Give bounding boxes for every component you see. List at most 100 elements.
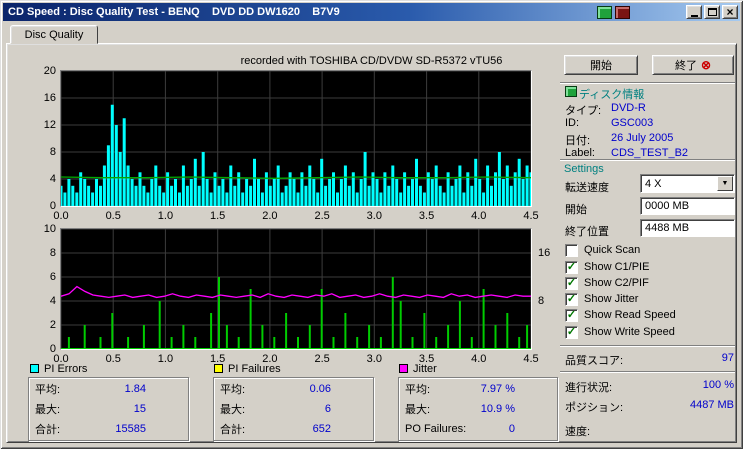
axis-tick-label: 10 (43, 223, 56, 235)
end-position-input[interactable] (640, 219, 735, 237)
app-window: CD Speed : Disc Quality Test - BENQ DVD … (0, 0, 743, 449)
axis-tick-label: 8 (49, 247, 56, 259)
position-label: ポジション: (565, 402, 624, 414)
axis-tick-label: 3.0 (366, 353, 382, 365)
pi-failures-stats-box: 平均: 0.06 最大: 6 合計: 652 (213, 377, 374, 441)
title-bar[interactable]: CD Speed : Disc Quality Test - BENQ DVD … (3, 3, 740, 21)
stat-value: 0.06 (309, 383, 331, 395)
exit-button-label: 終了 (674, 60, 697, 72)
stat-label: 最大: (405, 404, 431, 416)
axis-tick-label: 1.0 (157, 210, 174, 222)
progress-label: 進行状況: (565, 382, 613, 394)
stat-row: 合計: 652 (214, 419, 373, 439)
stat-value: 15 (133, 403, 146, 415)
close-button[interactable]: × (722, 5, 738, 19)
minimize-icon (690, 14, 698, 17)
maximize-button[interactable] (704, 5, 720, 19)
stat-row: 最大: 15 (29, 399, 188, 419)
disc-date-value: 26 July 2005 (611, 132, 674, 144)
stat-row: 最大: 6 (214, 399, 373, 419)
checkbox-show-jitter-label[interactable]: Show Jitter (584, 293, 638, 305)
jitter-stats-box: 平均: 7.97 % 最大: 10.9 % PO Failures: 0 (398, 377, 558, 441)
disc-label-label: Label: (565, 147, 595, 159)
minimize-button[interactable] (686, 5, 702, 19)
pi-errors-legend: PI Errors (30, 362, 87, 375)
stat-value: 7.97 % (480, 383, 515, 395)
exit-button[interactable]: 終了 ⊗ (652, 55, 734, 75)
stat-value: 15585 (115, 423, 146, 435)
start-position-input[interactable] (640, 197, 735, 215)
stat-row: 最大: 10.9 % (399, 399, 557, 419)
axis-tick-label: 16 (538, 247, 551, 259)
maximize-icon (707, 8, 717, 16)
axis-tick-label: 16 (43, 92, 56, 104)
start-button[interactable]: 開始 (564, 55, 638, 75)
axis-tick-label: 0.5 (105, 210, 121, 222)
quality-score-label: 品質スコア: (565, 355, 624, 367)
checkbox-show-write-speed-label[interactable]: Show Write Speed (584, 326, 675, 338)
axis-tick-label: 1.5 (210, 210, 226, 222)
stat-label: 平均: (220, 384, 246, 396)
jitter-legend-label: Jitter (413, 362, 437, 375)
checkbox-show-write-speed[interactable]: ✓ (565, 326, 578, 339)
pif-jitter-chart (60, 228, 532, 350)
checkbox-show-read-speed[interactable]: ✓ (565, 309, 578, 322)
axis-tick-label: 2.5 (314, 353, 330, 365)
pi-errors-legend-label: PI Errors (44, 362, 88, 375)
start-position-label: 開始 (565, 204, 587, 216)
axis-tick-label: 12 (43, 119, 56, 131)
checkbox-show-c1-pie[interactable]: ✓ (565, 261, 578, 274)
titlebar-red-icon[interactable] (615, 5, 630, 19)
pi-errors-chart (60, 70, 532, 207)
disc-info-icon (565, 86, 577, 97)
axis-tick-label: 0.5 (105, 353, 121, 365)
disc-label-value: CDS_TEST_B2 (611, 147, 689, 159)
checkbox-show-c1-pie-label[interactable]: Show C1/PIE (584, 261, 649, 273)
titlebar-spacer (630, 12, 684, 13)
end-position-label: 終了位置 (565, 226, 609, 238)
jitter-swatch (399, 364, 408, 373)
stat-label: 平均: (405, 384, 431, 396)
stat-label: PO Failures: (405, 423, 467, 435)
chevron-down-icon[interactable]: ▼ (717, 176, 733, 191)
speed-label: 速度: (565, 426, 591, 438)
checkbox-show-c2-pif-label[interactable]: Show C2/PIF (584, 277, 649, 289)
axis-tick-label: 0 (49, 343, 56, 355)
transfer-speed-value: 4 X (645, 177, 662, 190)
stat-label: 合計: (220, 424, 246, 436)
pi-failures-legend: PI Failures (214, 362, 281, 375)
jitter-legend: Jitter (399, 362, 437, 375)
axis-tick-label: 4.0 (471, 353, 487, 365)
disc-id-label: ID: (565, 117, 580, 129)
transfer-speed-select[interactable]: 4 X ▼ (640, 174, 735, 193)
stat-row: PO Failures: 0 (399, 419, 557, 439)
checkbox-show-c2-pif[interactable]: ✓ (565, 277, 578, 290)
checkbox-show-read-speed-label[interactable]: Show Read Speed (584, 309, 676, 321)
checkbox-quick-scan[interactable] (565, 244, 578, 257)
separator (560, 371, 735, 373)
close-icon: × (726, 4, 734, 19)
stat-row: 平均: 0.06 (214, 379, 373, 399)
axis-tick-label: 3.5 (418, 210, 435, 222)
pif-jitter-plot-area (61, 229, 531, 349)
axis-tick-label: 4 (49, 173, 56, 185)
checkbox-quick-scan-label[interactable]: Quick Scan (584, 244, 640, 256)
settings-section-title: Settings (564, 163, 604, 175)
progress-value: 100 % (702, 379, 734, 391)
stat-value: 652 (312, 423, 331, 435)
axis-tick-label: 20 (43, 65, 56, 77)
titlebar-green-icon[interactable] (597, 5, 612, 19)
axis-tick-label: 2.0 (262, 210, 278, 222)
axis-tick-label: 2 (49, 319, 56, 331)
separator (560, 159, 735, 161)
axis-tick-label: 2.5 (314, 210, 330, 222)
stat-value: 1.84 (124, 383, 146, 395)
axis-tick-label: 8 (538, 295, 545, 307)
axis-tick-label: 1.0 (157, 353, 174, 365)
checkbox-show-jitter[interactable]: ✓ (565, 293, 578, 306)
stat-row: 平均: 1.84 (29, 379, 188, 399)
separator (560, 345, 735, 347)
axis-tick-label: 8 (49, 146, 56, 158)
tab-disc-quality[interactable]: Disc Quality (10, 25, 98, 44)
axis-tick-label: 6 (49, 271, 56, 283)
